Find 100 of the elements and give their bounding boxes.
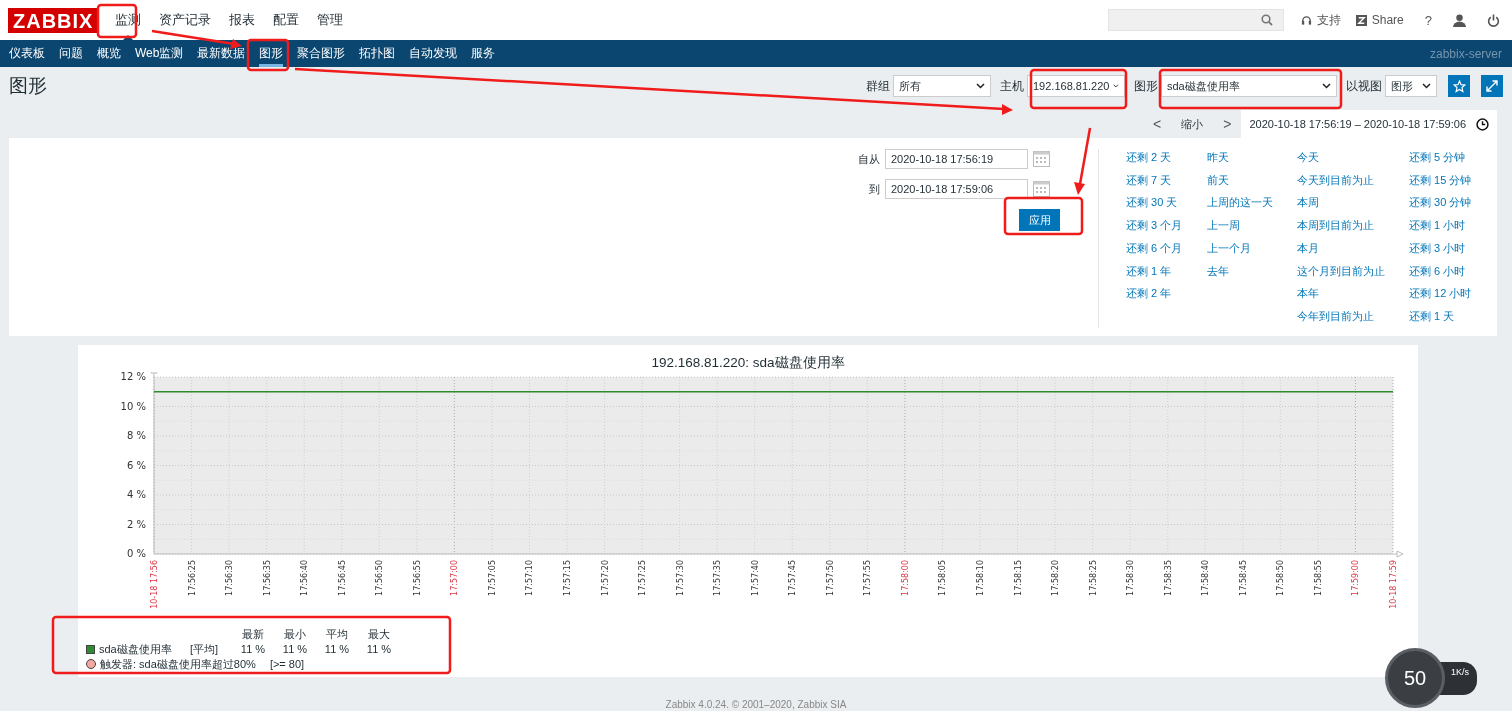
legend-value: 11 %	[239, 643, 267, 655]
quick-range-link[interactable]: 本周	[1297, 195, 1409, 212]
quick-range-link[interactable]: 还剩 2 年	[1126, 286, 1207, 302]
share-link[interactable]: Share	[1371, 13, 1404, 27]
quick-range-link[interactable]: 上一周	[1207, 218, 1297, 234]
top-menu-item[interactable]: 管理	[317, 0, 344, 40]
zabbix-logo[interactable]: ZABBIX	[8, 7, 99, 33]
quick-range-link[interactable]: 本年	[1297, 286, 1409, 302]
quick-range-link[interactable]: 还剩 6 小时	[1409, 263, 1497, 280]
apply-button[interactable]: 应用	[1019, 209, 1060, 231]
sub-menu-item[interactable]: 拓扑图	[352, 40, 403, 67]
x-tick-label: 17:58:00	[900, 560, 910, 596]
quick-range-link[interactable]: 本月	[1297, 240, 1409, 257]
quick-range-link[interactable]: 还剩 1 天	[1409, 308, 1497, 325]
filter-label: 图形	[1134, 77, 1158, 95]
quick-range-link[interactable]: 还剩 30 分钟	[1409, 195, 1497, 212]
previous-period-button[interactable]: <	[1143, 110, 1172, 138]
top-menu-item[interactable]: 配置	[273, 0, 300, 40]
quick-range-link[interactable]: 还剩 7 天	[1126, 172, 1207, 189]
legend-value: 11 %	[365, 643, 393, 655]
filter-select[interactable]: sda磁盘使用率	[1161, 75, 1337, 97]
quick-range-link[interactable]: 还剩 5 分钟	[1409, 150, 1497, 166]
quick-range-link[interactable]: 还剩 6 个月	[1126, 240, 1207, 257]
quick-range-link[interactable]: 还剩 15 分钟	[1409, 172, 1497, 189]
filter-select[interactable]: 所有	[893, 75, 991, 97]
x-tick-label: 10-18 17:59	[1389, 560, 1398, 609]
x-tick-label: 17:56:45	[337, 560, 347, 596]
quick-range-link[interactable]: 还剩 3 小时	[1409, 240, 1497, 257]
top-menu-item[interactable]: 资产记录	[159, 0, 212, 40]
to-date-field[interactable]: 2020-10-18 17:59:06	[885, 179, 1028, 199]
quick-range-link[interactable]: 本周到目前为止	[1297, 218, 1409, 234]
top-menu-item[interactable]: 报表	[229, 0, 256, 40]
quick-range-link[interactable]: 这个月到目前为止	[1297, 263, 1409, 280]
x-tick-label: 17:57:20	[600, 560, 610, 596]
filter-select[interactable]: 图形	[1385, 75, 1437, 97]
from-date-field[interactable]: 2020-10-18 17:56:19	[885, 149, 1028, 169]
legend-value: 11 %	[323, 643, 351, 655]
time-range-tab[interactable]: 2020-10-18 17:56:19 – 2020-10-18 17:59:06	[1241, 110, 1497, 138]
y-tick-label: 12 %	[120, 372, 146, 382]
y-tick-label: 4 %	[126, 489, 146, 500]
sub-menu-item[interactable]: 最新数据	[190, 40, 253, 67]
quick-range-link[interactable]: 去年	[1207, 263, 1297, 280]
legend-value: 11 %	[281, 643, 309, 655]
help-link[interactable]: ?	[1424, 12, 1432, 28]
user-icon[interactable]	[1453, 13, 1466, 27]
x-tick-label: 17:56:40	[300, 560, 310, 596]
support-link[interactable]: 支持	[1316, 11, 1341, 29]
caret-icon	[1322, 83, 1331, 89]
x-tick-label: 17:56:55	[412, 560, 422, 596]
sub-menu-item[interactable]: 仪表板	[2, 40, 52, 67]
trigger-text: 触发器: sda磁盘使用率超过80%	[100, 656, 256, 672]
trigger-condition: [>= 80]	[269, 658, 305, 670]
search-field[interactable]	[1107, 9, 1284, 31]
quick-range-link[interactable]: 还剩 1 小时	[1409, 218, 1497, 234]
caret-icon	[1422, 83, 1431, 89]
caret-icon	[1113, 83, 1119, 89]
sub-menu-item[interactable]: 概览	[90, 40, 128, 67]
quick-range-link[interactable]: 昨天	[1207, 150, 1297, 166]
sub-menu-item[interactable]: 自动发现	[402, 40, 465, 67]
sub-menu-item[interactable]: 聚合图形	[290, 40, 353, 67]
sub-menu-item[interactable]: Web监测	[128, 40, 191, 67]
quick-range-link[interactable]: 今年到目前为止	[1297, 308, 1409, 325]
x-tick-label: 17:58:35	[1163, 560, 1173, 596]
quick-range-link[interactable]: 前天	[1207, 172, 1297, 189]
x-tick-label: 17:58:40	[1201, 560, 1211, 596]
quick-range-link[interactable]: 还剩 12 小时	[1409, 286, 1497, 302]
next-period-button[interactable]: >	[1213, 110, 1242, 138]
sub-menu-item[interactable]: 问题	[52, 40, 90, 67]
favorite-button[interactable]	[1448, 75, 1470, 97]
to-label: 到	[868, 181, 880, 197]
y-tick-label: 10 %	[120, 400, 146, 412]
quick-range-link[interactable]: 还剩 1 年	[1126, 263, 1207, 280]
zoom-out-button[interactable]: 缩小	[1171, 110, 1214, 138]
x-tick-label: 17:58:10	[976, 560, 985, 596]
headset-icon[interactable]	[1300, 14, 1312, 26]
graph-title: 192.168.81.220: sda磁盘使用率	[650, 354, 846, 372]
quick-range-link[interactable]: 还剩 30 天	[1126, 195, 1207, 212]
fullscreen-button[interactable]	[1481, 75, 1503, 97]
quick-range-link[interactable]: 上周的这一天	[1207, 195, 1297, 212]
quick-range-link[interactable]: 今天	[1297, 150, 1409, 166]
filter-label: 主机	[1000, 77, 1024, 95]
quick-range-link[interactable]: 还剩 2 天	[1126, 150, 1207, 166]
x-tick-label: 17:57:25	[638, 560, 648, 596]
x-tick-label: 17:57:55	[863, 560, 873, 596]
x-tick-label: 17:58:45	[1238, 560, 1248, 596]
calendar-icon[interactable]	[1033, 181, 1050, 197]
annotation-box	[96, 3, 138, 39]
footer-text: Zabbix 4.0.24. © 2001–2020, Zabbix SIA	[664, 699, 848, 710]
filter-select[interactable]: 192.168.81.220	[1027, 75, 1125, 97]
legend-header: 平均	[325, 626, 349, 642]
quick-range-link[interactable]: 今天到目前为止	[1297, 172, 1409, 189]
legend-series-name: sda磁盘使用率	[99, 641, 172, 657]
quick-range-link[interactable]: 上一个月	[1207, 240, 1297, 257]
sub-menu-item[interactable]: 图形	[252, 40, 291, 67]
legend-header: 最大	[367, 626, 391, 642]
sub-menu-item[interactable]: 服务	[464, 40, 503, 67]
x-tick-label: 10-18 17:56	[150, 560, 159, 609]
z-logo-icon[interactable]	[1355, 14, 1367, 26]
quick-range-link[interactable]: 还剩 3 个月	[1126, 218, 1207, 234]
power-icon[interactable]	[1487, 13, 1500, 27]
